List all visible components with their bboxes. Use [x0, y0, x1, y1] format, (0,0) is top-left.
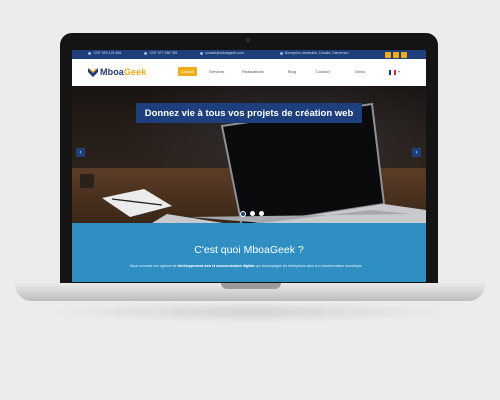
- facebook-icon[interactable]: [385, 51, 391, 58]
- chevron-down-icon[interactable]: ▾: [398, 69, 400, 74]
- nav-item-services[interactable]: Services: [209, 69, 224, 74]
- site-logo[interactable]: MboaGeek: [88, 67, 146, 77]
- chevron-right-icon[interactable]: ›: [412, 148, 421, 157]
- slider-dots: [240, 211, 264, 217]
- nav-item-devis[interactable]: Devis: [355, 69, 365, 74]
- slider-dot-1[interactable]: [240, 211, 246, 217]
- laptop-shadow: [40, 301, 460, 323]
- camera-icon: [246, 38, 250, 42]
- phone-2[interactable]: +237 677 456 789: [144, 51, 177, 55]
- twitter-icon[interactable]: [393, 51, 399, 58]
- logo-text-mboa: Mboa: [100, 67, 124, 77]
- linkedin-icon[interactable]: [401, 51, 407, 58]
- laptop-bezel: +237 699 123 456 +237 677 456 789 contac…: [60, 33, 438, 283]
- laptop-screen: +237 699 123 456 +237 677 456 789 contac…: [72, 50, 426, 282]
- about-section: C'est quoi MboaGeek ? Nous sommes une ag…: [72, 223, 426, 282]
- slider-dot-3[interactable]: [259, 211, 264, 216]
- laptop-notch: [221, 283, 281, 289]
- phone-icon: [88, 51, 91, 55]
- nav-item-contact[interactable]: Contact: [316, 69, 330, 74]
- nav-item-realisations[interactable]: Réalisations: [242, 69, 264, 74]
- nav-item-accueil[interactable]: Accueil: [178, 67, 197, 76]
- email-link[interactable]: contact@mboageek.com: [200, 51, 244, 55]
- address-text: Bonapriso Immeuble, Douala, Cameroun: [280, 51, 348, 55]
- mail-icon: [200, 51, 203, 55]
- hero-headline: Donnez vie à tous vos projets de créatio…: [136, 103, 362, 123]
- logo-text-geek: Geek: [123, 67, 147, 77]
- about-title: C'est quoi MboaGeek ?: [194, 244, 304, 256]
- location-icon: [280, 51, 283, 55]
- nav-item-blog[interactable]: Blog: [288, 69, 296, 74]
- top-info-bar: +237 699 123 456 +237 677 456 789 contac…: [72, 50, 426, 59]
- phone-icon: [144, 51, 147, 55]
- chevron-left-icon[interactable]: ‹: [76, 148, 85, 157]
- about-text: Nous sommes une agence de développement …: [130, 264, 362, 268]
- language-flag-icon[interactable]: [389, 70, 396, 75]
- logo-icon: [88, 67, 98, 77]
- laptop-base: [15, 283, 485, 301]
- phone-1[interactable]: +237 699 123 456: [88, 51, 121, 55]
- slider-dot-2[interactable]: [250, 211, 255, 216]
- main-navbar: MboaGeek Accueil Services Réalisations B…: [72, 59, 426, 87]
- hero-slider: Donnez vie à tous vos projets de créatio…: [72, 86, 426, 223]
